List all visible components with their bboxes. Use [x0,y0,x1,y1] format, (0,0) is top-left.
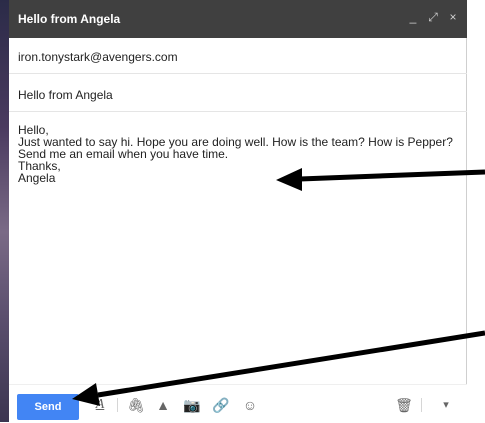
compose-toolbar: Send A 🖇 ▲ 📷 🔗 ☺ 🗑 ▾ [9,384,467,423]
emoji-icon[interactable]: ☺ [241,396,259,414]
compose-titlebar[interactable]: Hello from Angela _ ⤢ × [9,0,467,38]
compose-title: Hello from Angela [18,12,121,26]
minimize-icon[interactable]: _ [407,10,419,24]
titlebar-icons: _ ⤢ × [407,10,459,24]
to-field[interactable]: iron.tonystark@avengers.com [9,38,467,74]
body-line: Send me an email when you have time. [18,147,229,161]
send-button[interactable]: Send [17,394,79,420]
more-options-icon[interactable]: ▾ [437,396,455,414]
desktop-background-right [468,0,485,422]
expand-icon[interactable]: ⤢ [427,10,439,24]
toolbar-separator [117,398,118,412]
photo-icon[interactable]: 📷 [183,396,201,414]
body-line: Thanks, [18,159,61,173]
message-body[interactable]: Hello, Just wanted to say hi. Hope you a… [18,124,458,374]
link-icon[interactable]: 🔗 [212,396,230,414]
delete-icon[interactable]: 🗑 [395,396,413,414]
desktop-background-strip [0,0,9,422]
subject-field-value: Hello from Angela [18,88,113,102]
subject-field[interactable]: Hello from Angela [9,76,467,112]
formatting-icon[interactable]: A [91,396,109,414]
compose-window: Hello from Angela _ ⤢ × iron.tonystark@a… [9,0,467,423]
body-line: Angela [18,171,56,185]
to-field-value: iron.tonystark@avengers.com [18,50,178,64]
attach-icon[interactable]: 🖇 [127,396,145,414]
drive-icon[interactable]: ▲ [154,396,172,414]
toolbar-separator [421,398,422,412]
close-icon[interactable]: × [447,10,459,24]
